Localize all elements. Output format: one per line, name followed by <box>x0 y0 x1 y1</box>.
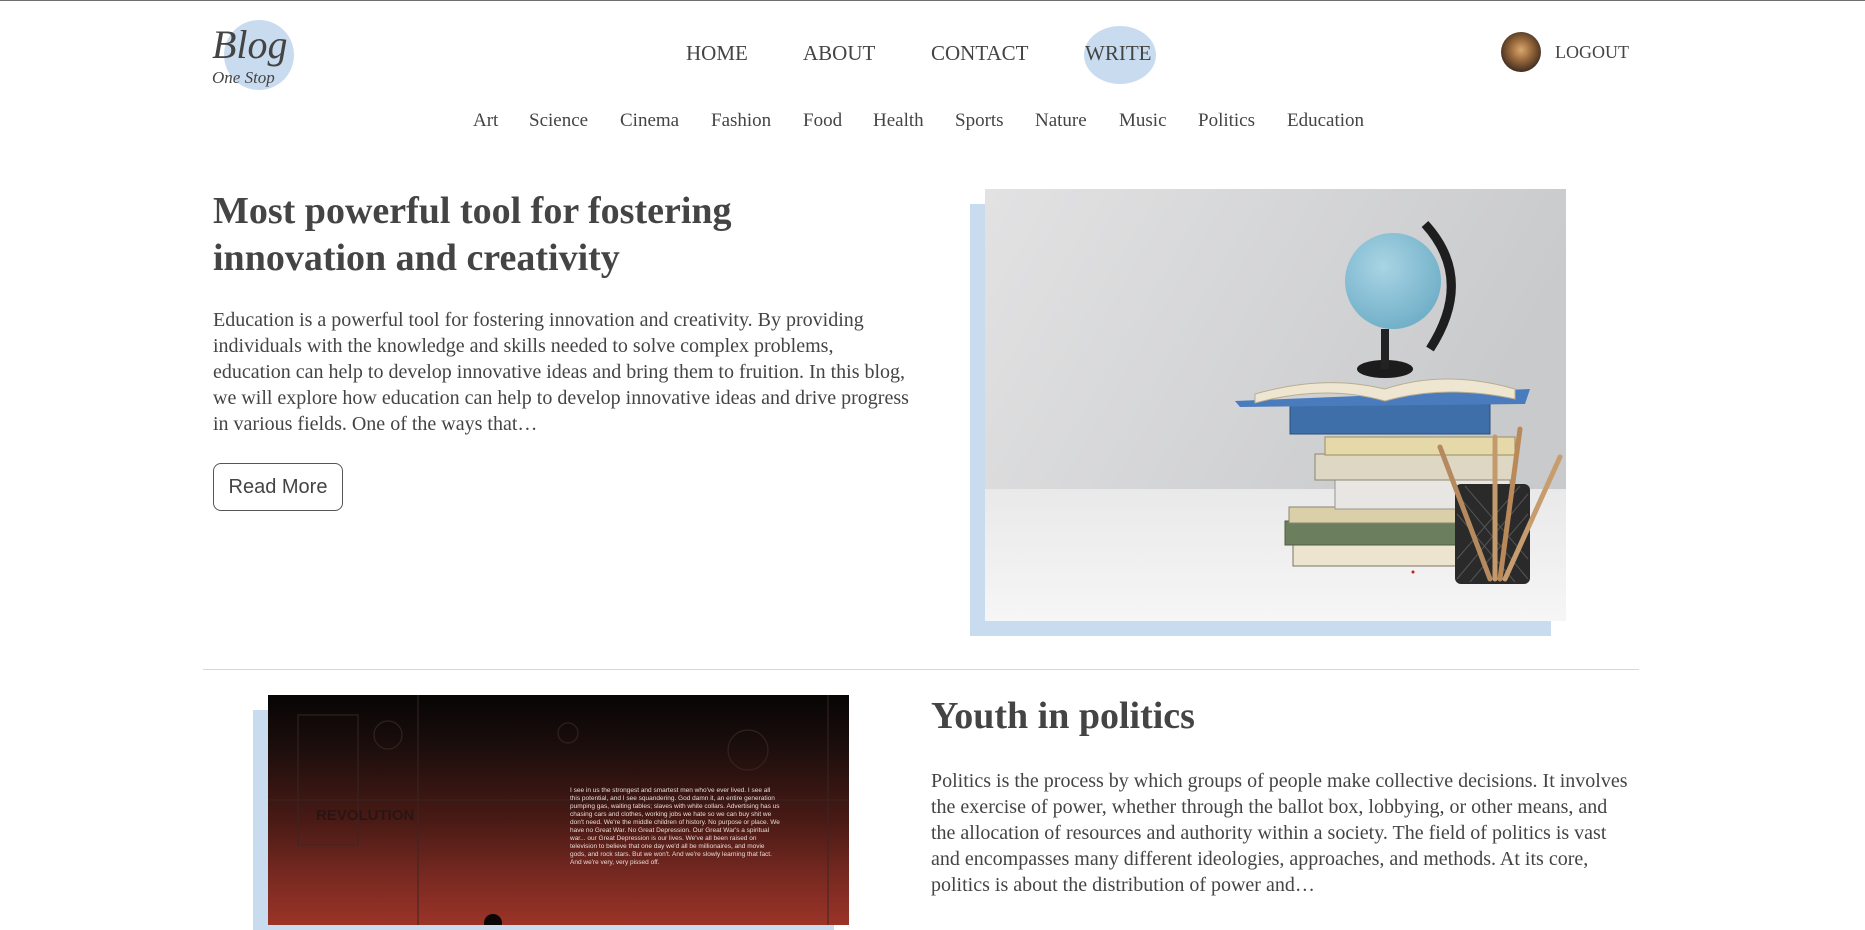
logout-link[interactable]: LOGOUT <box>1555 42 1629 63</box>
logo-subtitle: One Stop <box>212 68 275 87</box>
category-nature[interactable]: Nature <box>1035 108 1087 134</box>
category-food[interactable]: Food <box>803 108 842 134</box>
post-description: Education is a powerful tool for fosteri… <box>213 309 909 435</box>
category-cinema[interactable]: Cinema <box>620 108 679 134</box>
logo-title: Blog <box>212 22 288 67</box>
read-more-button[interactable]: Read More <box>213 463 343 511</box>
post-title[interactable]: Most powerful tool for fostering innovat… <box>213 188 913 282</box>
nav-contact[interactable]: CONTACT <box>931 36 1028 70</box>
category-education[interactable]: Education <box>1287 108 1364 134</box>
category-art[interactable]: Art <box>473 108 498 134</box>
post-divider <box>203 669 1639 670</box>
poster-revolution-text: REVOLUTION <box>316 807 414 824</box>
top-border <box>0 0 1865 1</box>
nav-home[interactable]: HOME <box>686 36 748 70</box>
nav-about[interactable]: ABOUT <box>803 36 875 70</box>
nav-write[interactable]: WRITE <box>1085 36 1151 70</box>
post-title[interactable]: Youth in politics <box>931 693 1195 740</box>
category-music[interactable]: Music <box>1119 108 1167 134</box>
category-sports[interactable]: Sports <box>955 108 1004 134</box>
category-politics[interactable]: Politics <box>1198 108 1255 134</box>
post-image-globe[interactable] <box>985 189 1566 621</box>
revolution-poster-image: REVOLUTION I see in us the strongest and… <box>268 695 849 925</box>
category-science[interactable]: Science <box>529 108 588 134</box>
category-fashion[interactable]: Fashion <box>711 108 771 134</box>
category-health[interactable]: Health <box>873 108 924 134</box>
post-image-politics[interactable]: REVOLUTION I see in us the strongest and… <box>268 695 849 925</box>
poster-quote: I see in us the strongest and smartest m… <box>570 787 780 866</box>
avatar[interactable] <box>1501 32 1541 72</box>
post-description: Politics is the process by which groups … <box>931 770 1628 896</box>
category-nav: Art Science Cinema Fashion Food Health S… <box>0 108 1865 134</box>
site-logo[interactable]: Blog One Stop <box>212 20 294 90</box>
globe-books-pencils-image <box>985 189 1566 621</box>
